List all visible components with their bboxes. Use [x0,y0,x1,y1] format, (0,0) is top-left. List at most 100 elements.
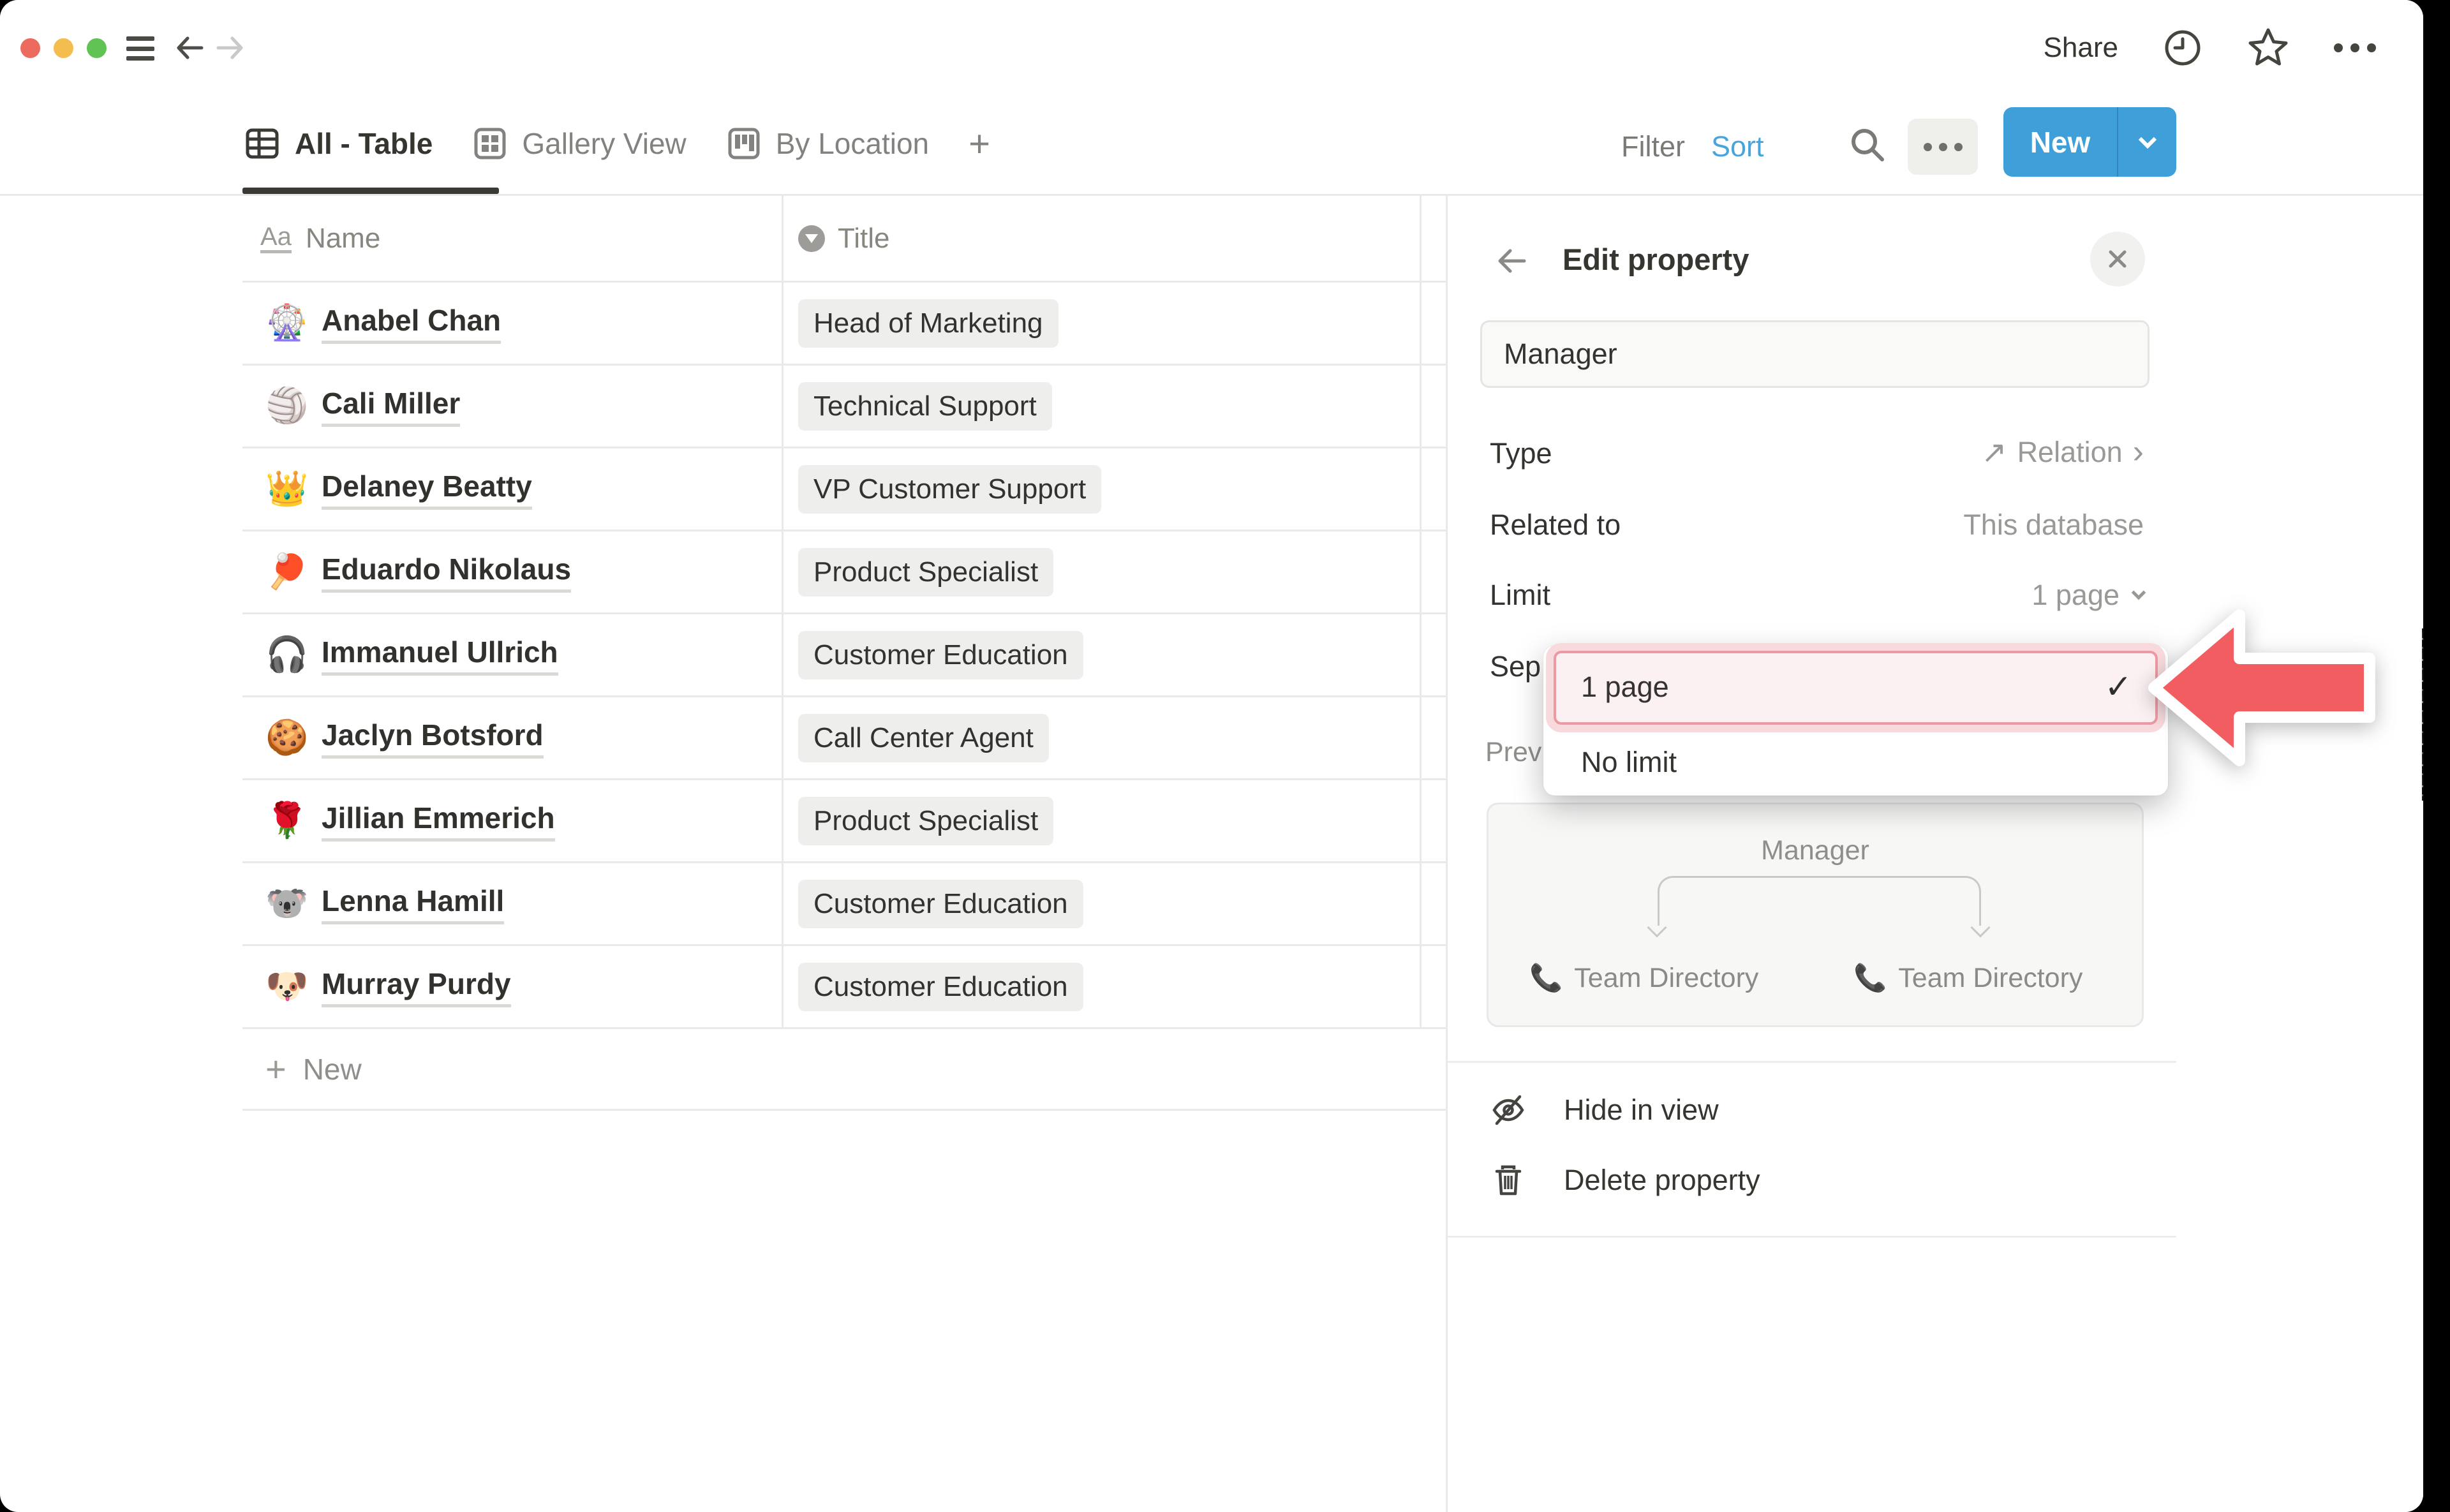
name-cell[interactable]: 🎧 Immanuel Ullrich [242,614,782,695]
filter-button[interactable]: Filter [1621,130,1685,163]
search-icon[interactable] [1848,125,1887,165]
chevron-down-icon [2132,586,2146,600]
table-row[interactable]: 👑 Delaney Beatty VP Customer Support [242,448,1446,531]
table-row[interactable]: 🎡 Anabel Chan Head of Marketing [242,283,1446,366]
page-link[interactable]: Eduardo Nikolaus [322,552,571,593]
page-link[interactable]: Delaney Beatty [322,469,532,510]
view-tabs: All - Table Gallery View By Location + [244,96,1030,191]
name-cell[interactable]: 🐨 Lenna Hamill [242,863,782,944]
name-cell[interactable]: 🎡 Anabel Chan [242,283,782,364]
title-cell[interactable]: VP Customer Support [782,448,1420,530]
sort-button[interactable]: Sort [1711,130,1764,163]
tab-all-table[interactable]: All - Table [244,125,433,162]
page-emoji-icon: 🎡 [265,303,305,343]
name-cell[interactable]: 👑 Delaney Beatty [242,448,782,530]
panel-title: Edit property [1563,242,1749,277]
new-row-button[interactable]: + New [242,1029,1446,1111]
page-link[interactable]: Murray Purdy [322,967,511,1007]
property-name-input[interactable]: Manager [1480,320,2149,388]
close-icon [2105,247,2130,271]
action-label: Delete property [1564,1164,1760,1197]
plus-icon: + [265,1048,286,1090]
dropdown-option-no-limit[interactable]: No limit [1543,729,2168,796]
new-button[interactable]: New [2003,107,2118,177]
preview-connector [1658,876,1981,926]
table-view-icon [244,125,281,162]
table-row[interactable]: 🎧 Immanuel Ullrich Customer Education [242,614,1446,697]
history-clock-icon[interactable] [2163,28,2202,68]
page-link[interactable]: Anabel Chan [322,303,501,344]
type-row-label: Type [1490,437,1552,470]
panel-divider [1448,1236,2176,1238]
name-cell[interactable]: 🍪 Jaclyn Botsford [242,697,782,778]
add-view-button[interactable]: + [969,122,990,165]
name-cell[interactable]: 🏐 Cali Miller [242,366,782,447]
delete-property-button[interactable]: Delete property [1490,1162,1760,1199]
relation-pill[interactable]: Customer Education [798,631,1083,679]
relation-pill[interactable]: Customer Education [798,880,1083,928]
preview-database-item: 📞 Team Directory [1529,963,1758,994]
hide-in-view-button[interactable]: Hide in view [1490,1092,1719,1129]
preview-database-label: Team Directory [1574,963,1758,994]
page-link[interactable]: Cali Miller [322,386,460,427]
chevron-right-icon: › [2133,439,2144,466]
type-value-text: Relation [2017,436,2123,469]
sidebar-menu-icon[interactable] [126,36,154,61]
tab-by-location[interactable]: By Location [726,126,929,161]
type-row-value[interactable]: ↗ Relation › [1981,434,2144,470]
phone-icon: 📞 [1529,963,1563,994]
close-panel-button[interactable] [2090,232,2145,286]
relation-pill[interactable]: Product Specialist [798,548,1053,597]
table-row[interactable]: 🌹 Jillian Emmerich Product Specialist [242,780,1446,863]
page-link[interactable]: Immanuel Ullrich [322,635,558,676]
column-header-title[interactable]: Title [782,196,1420,281]
title-cell[interactable]: Product Specialist [782,780,1420,861]
title-cell[interactable]: Head of Marketing [782,283,1420,364]
relation-pill[interactable]: Technical Support [798,382,1052,431]
column-header-name[interactable]: Aa Name [242,196,782,281]
new-dropdown-button[interactable] [2118,107,2176,177]
zoom-window-button[interactable] [87,38,107,58]
relation-pill[interactable]: Product Specialist [798,797,1053,845]
minimize-window-button[interactable] [54,38,73,58]
dropdown-option-1-page[interactable]: 1 page ✓ [1543,646,2168,729]
back-icon[interactable] [1494,243,1529,279]
title-cell[interactable]: Call Center Agent [782,697,1420,778]
limit-dropdown-menu: 1 page ✓ No limit [1543,646,2168,796]
name-cell[interactable]: 🌹 Jillian Emmerich [242,780,782,861]
page-link[interactable]: Lenna Hamill [322,884,504,924]
close-window-button[interactable] [20,38,40,58]
table-row[interactable]: 🐶 Murray Purdy Customer Education [242,946,1446,1029]
relation-pill[interactable]: Head of Marketing [798,299,1058,348]
view-options-ellipsis-button[interactable] [1908,119,1978,175]
page-link[interactable]: Jillian Emmerich [322,801,555,841]
title-cell[interactable]: Customer Education [782,614,1420,695]
limit-row-value[interactable]: 1 page [2031,579,2144,612]
page-emoji-icon: 🍪 [265,718,305,758]
title-cell[interactable]: Customer Education [782,946,1420,1027]
table-row[interactable]: 🏐 Cali Miller Technical Support [242,366,1446,448]
relation-pill[interactable]: VP Customer Support [798,465,1101,514]
relation-pill[interactable]: Call Center Agent [798,714,1049,762]
preview-database-item: 📞 Team Directory [1853,963,2082,994]
column-divider[interactable] [1420,196,1422,1027]
name-cell[interactable]: 🐶 Murray Purdy [242,946,782,1027]
share-button[interactable]: Share [2044,32,2118,64]
related-row-value[interactable]: This database [1963,508,2144,542]
favorite-star-icon[interactable] [2247,27,2289,68]
tab-gallery-view[interactable]: Gallery View [472,126,686,161]
name-cell[interactable]: 🏓 Eduardo Nikolaus [242,531,782,612]
table-row[interactable]: 🏓 Eduardo Nikolaus Product Specialist [242,531,1446,614]
title-cell[interactable]: Technical Support [782,366,1420,447]
relation-pill[interactable]: Customer Education [798,963,1083,1011]
more-options-icon[interactable] [2334,43,2376,52]
column-divider[interactable] [782,196,783,1027]
table-row[interactable]: 🍪 Jaclyn Botsford Call Center Agent [242,697,1446,780]
forward-icon[interactable] [214,32,246,64]
title-cell[interactable]: Product Specialist [782,531,1420,612]
page-link[interactable]: Jaclyn Botsford [322,718,544,759]
back-icon[interactable] [174,32,205,64]
table-row[interactable]: 🐨 Lenna Hamill Customer Education [242,863,1446,946]
phone-icon: 📞 [1853,963,1887,994]
title-cell[interactable]: Customer Education [782,863,1420,944]
